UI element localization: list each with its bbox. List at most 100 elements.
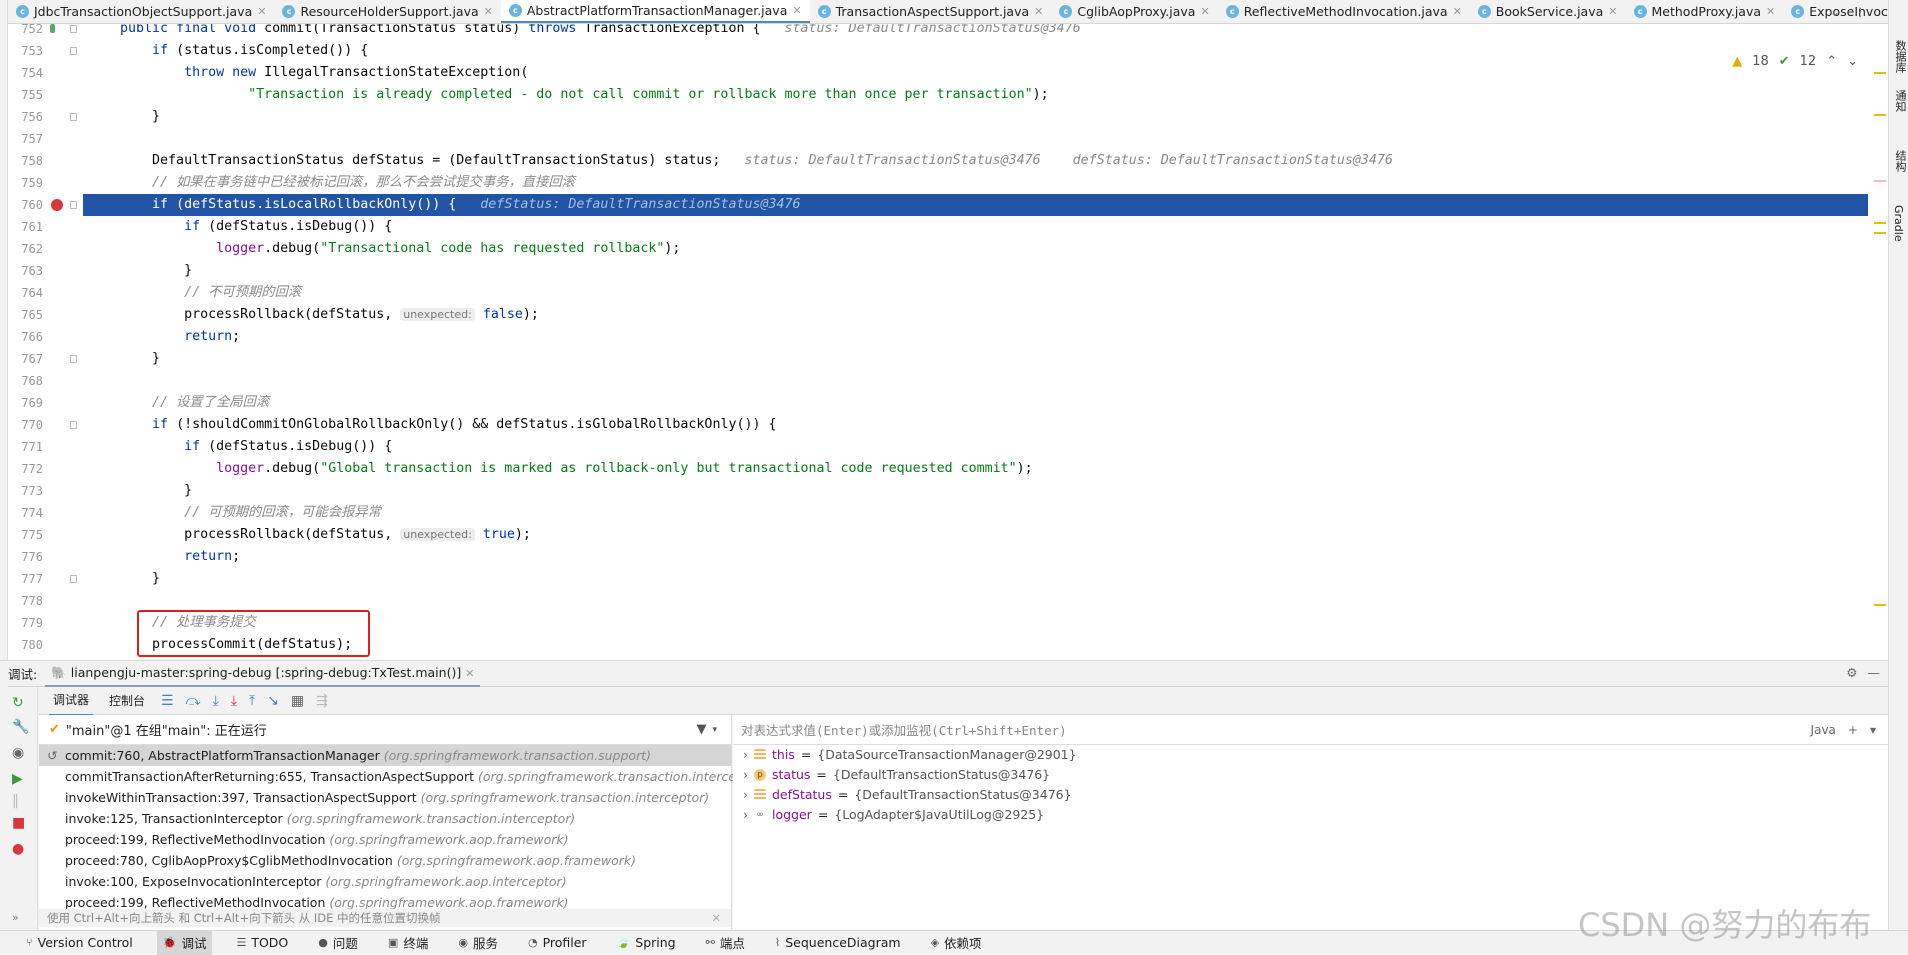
evaluate-expression-input[interactable]: 对表达式求值(Enter)或添加监视(Ctrl+Shift+Enter) — [733, 715, 1888, 745]
code-line[interactable]: 776 return; — [8, 546, 1868, 568]
stack-frame[interactable]: invoke:125, TransactionInterceptor (org.… — [39, 808, 731, 829]
tool-window-3[interactable]: Gradle — [1892, 205, 1905, 242]
resume-icon[interactable]: ▶ — [12, 771, 23, 787]
scroll-marker[interactable] — [1874, 72, 1886, 74]
close-icon[interactable]: ✕ — [257, 5, 266, 18]
code-line[interactable]: 757 — [8, 128, 1868, 150]
scroll-marker[interactable] — [1874, 114, 1886, 116]
code-line[interactable]: 759 // 如果在事务链中已经被标记回滚，那么不会尝试提交事务，直接回滚 — [8, 172, 1868, 194]
tool-window-dependencies[interactable]: ◈ 依赖项 — [925, 930, 988, 955]
stack-frame[interactable]: ↺ commit:760, AbstractPlatformTransaction… — [39, 745, 731, 766]
fold-icon[interactable] — [70, 25, 77, 33]
variable-row[interactable]: › p status = {DefaultTransactionStatus@3476} — [733, 765, 1888, 785]
pause-icon[interactable]: ‖ — [12, 793, 19, 809]
evaluate-icon[interactable]: ▦ — [291, 693, 304, 709]
code-line[interactable]: 761 if (defStatus.isDebug()) { — [8, 216, 1868, 238]
scroll-marker[interactable] — [1874, 180, 1886, 182]
dropdown-icon[interactable]: ▾ — [1870, 723, 1876, 737]
code-editor[interactable]: ▲ 18 ✔ 12 ⌃ ⌄ 752 public final void commit(… — [8, 24, 1888, 660]
tool-window-list[interactable]: ☰ TODO — [230, 932, 294, 953]
fold-icon[interactable] — [70, 113, 77, 121]
scroll-marker[interactable] — [1874, 222, 1886, 224]
breakpoints-icon[interactable]: ● — [12, 841, 24, 857]
fold-icon[interactable] — [70, 575, 77, 583]
stack-frame[interactable]: invoke:100, ExposeInvocationInterceptor … — [39, 871, 731, 892]
step-over-icon[interactable]: ⤼ — [186, 693, 201, 709]
tool-window-terminal[interactable]: ▣ 终端 — [382, 930, 434, 955]
code-line[interactable]: 765 processRollback(defStatus, unexpecte… — [8, 304, 1868, 326]
expand-arrow-icon[interactable]: › — [743, 805, 748, 825]
stack-frame[interactable]: proceed:199, ReflectiveMethodInvocation … — [39, 829, 731, 850]
close-icon[interactable]: ✕ — [711, 909, 721, 927]
code-line[interactable]: 773 } — [8, 480, 1868, 502]
tool-window-profiler[interactable]: ◔ Profiler — [522, 932, 593, 953]
code-line[interactable]: 755 "Transaction is already completed - … — [8, 84, 1868, 106]
tab-console[interactable]: 控制台 — [105, 686, 149, 715]
expand-arrow-icon[interactable]: › — [743, 765, 748, 785]
stack-frame[interactable]: proceed:780, CglibAopProxy$CglibMethodIn… — [39, 850, 731, 871]
tool-window-bug[interactable]: 🐞 调试 — [156, 930, 213, 955]
tool-window-sequence[interactable]: ⌇ SequenceDiagram — [769, 932, 907, 953]
trace-icon[interactable]: ⇶ — [316, 693, 328, 709]
add-watch-icon[interactable]: + — [1848, 723, 1858, 737]
expand-arrow-icon[interactable]: › — [743, 785, 748, 805]
close-icon[interactable]: ✕ — [1608, 5, 1617, 18]
tool-window-2[interactable]: 结构 — [1892, 150, 1908, 172]
code-line[interactable]: 778 — [8, 590, 1868, 612]
code-line[interactable]: 760 if (defStatus.isLocalRollbackOnly())… — [8, 194, 1868, 216]
step-into-icon[interactable]: ⤓ — [213, 693, 219, 709]
fold-icon[interactable] — [70, 421, 77, 429]
code-line[interactable]: 758 DefaultTransactionStatus defStatus =… — [8, 150, 1868, 172]
tool-window-services[interactable]: ◉ 服务 — [452, 930, 504, 955]
editor-tab[interactable]: c AbstractPlatformTransactionManager.java… — [500, 0, 810, 23]
run-to-cursor-icon[interactable]: ↘ — [267, 693, 279, 709]
more-icon[interactable]: ⋮ — [1854, 5, 1866, 19]
chevron-down-icon[interactable]: ⌄ — [1830, 5, 1840, 19]
editor-tab[interactable]: c TransactionAspectSupport.java ✕ — [810, 0, 1052, 23]
code-line[interactable]: 770 if (!shouldCommitOnGlobalRollbackOnl… — [8, 414, 1868, 436]
variable-row[interactable]: › ∞ logger = {LogAdapter$JavaUtilLog@2925} — [733, 805, 1888, 825]
close-icon[interactable]: ✕ — [1453, 5, 1462, 18]
code-line[interactable]: 766 return; — [8, 326, 1868, 348]
code-line[interactable]: 775 processRollback(defStatus, unexpecte… — [8, 524, 1868, 546]
code-line[interactable]: 752 public final void commit(Transaction… — [8, 24, 1868, 40]
tab-debugger[interactable]: 调试器 — [49, 685, 94, 716]
variable-row[interactable]: › this = {DataSourceTransactionManager@2901… — [733, 745, 1888, 765]
gear-icon[interactable]: ⚙ — [1846, 665, 1857, 680]
tab-overflow[interactable]: ⌄ ⋮ — [1830, 0, 1888, 24]
code-line[interactable]: 762 logger.debug("Transactional code has… — [8, 238, 1868, 260]
language-selector[interactable]: Java — [1811, 723, 1836, 737]
force-step-into-icon[interactable]: ⤓ — [231, 693, 237, 709]
close-icon[interactable]: ✕ — [1200, 5, 1209, 18]
variable-row[interactable]: › defStatus = {DefaultTransactionStatus@347… — [733, 785, 1888, 805]
editor-tab[interactable]: c BookService.java ✕ — [1470, 0, 1626, 23]
code-line[interactable]: 777 } — [8, 568, 1868, 590]
code-line[interactable]: 767 } — [8, 348, 1868, 370]
project-tool-strip[interactable] — [0, 0, 8, 660]
stack-frame[interactable]: commitTransactionAfterReturning:655, Tra… — [39, 766, 767, 787]
rerun-icon[interactable]: ↻ — [12, 695, 24, 711]
close-icon[interactable]: ✕ — [465, 667, 474, 680]
eye-icon[interactable]: ◉ — [12, 745, 24, 761]
code-line[interactable]: 772 logger.debug("Global transaction is … — [8, 458, 1868, 480]
editor-tab[interactable]: c CglibAopProxy.java ✕ — [1051, 0, 1217, 23]
code-line[interactable]: 764 // 不可预期的回滚 — [8, 282, 1868, 304]
tool-window-1[interactable]: 通知 — [1892, 90, 1908, 112]
dropdown-icon[interactable]: ▾ — [712, 725, 717, 735]
more-icon[interactable]: » — [12, 911, 19, 924]
stack-frame[interactable]: invokeWithinTransaction:397, Transaction… — [39, 787, 731, 808]
close-icon[interactable]: ✕ — [1034, 5, 1043, 18]
editor-tab[interactable]: c ResourceHolderSupport.java ✕ — [274, 0, 500, 23]
layout-icon[interactable]: ☰ — [161, 693, 174, 709]
code-line[interactable]: 756 } — [8, 106, 1868, 128]
code-line[interactable]: 768 — [8, 370, 1868, 392]
stop-icon[interactable]: ■ — [12, 815, 25, 831]
editor-tab[interactable]: c JdbcTransactionObjectSupport.java ✕ — [8, 0, 274, 23]
expand-arrow-icon[interactable]: › — [743, 745, 748, 765]
breakpoint-icon[interactable] — [51, 199, 63, 211]
scroll-marker[interactable] — [1874, 232, 1886, 234]
close-icon[interactable]: ✕ — [1766, 5, 1775, 18]
editor-tab[interactable]: c ReflectiveMethodInvocation.java ✕ — [1218, 0, 1470, 23]
filter-icon[interactable]: ▼ — [696, 722, 706, 737]
tool-window-alert[interactable]: ● 问题 — [312, 930, 364, 955]
